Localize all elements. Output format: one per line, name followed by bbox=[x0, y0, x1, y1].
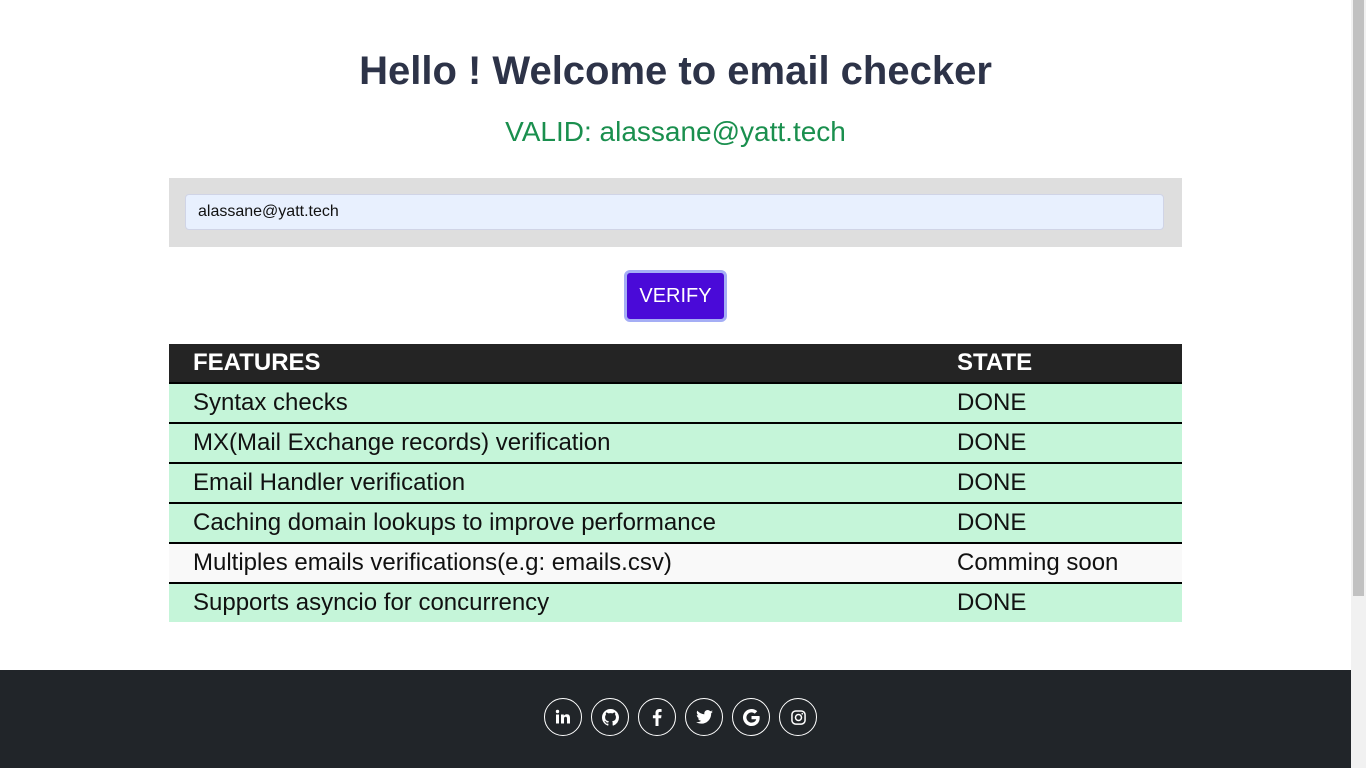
facebook-link[interactable] bbox=[638, 698, 676, 736]
instagram-link[interactable] bbox=[779, 698, 817, 736]
features-table: FEATURES STATE Syntax checks DONE MX(Mai… bbox=[169, 344, 1182, 622]
state-cell: DONE bbox=[933, 423, 1182, 464]
footer bbox=[0, 670, 1351, 768]
email-input[interactable] bbox=[185, 194, 1164, 230]
features-column-header: FEATURES bbox=[169, 344, 933, 384]
feature-cell: Multiples emails verifications(e.g: emai… bbox=[169, 543, 933, 584]
vertical-scrollbar[interactable] bbox=[1351, 0, 1366, 768]
email-form-panel bbox=[169, 178, 1182, 247]
state-column-header: STATE bbox=[933, 344, 1182, 384]
github-icon bbox=[601, 708, 619, 726]
scrollbar-thumb[interactable] bbox=[1353, 0, 1364, 596]
table-header-row: FEATURES STATE bbox=[169, 344, 1182, 384]
table-row: Email Handler verification DONE bbox=[169, 463, 1182, 504]
twitter-link[interactable] bbox=[685, 698, 723, 736]
github-link[interactable] bbox=[591, 698, 629, 736]
state-cell: Comming soon bbox=[933, 543, 1182, 584]
linkedin-link[interactable] bbox=[544, 698, 582, 736]
table-row: Caching domain lookups to improve perfor… bbox=[169, 503, 1182, 544]
twitter-icon bbox=[695, 710, 713, 724]
feature-cell: Email Handler verification bbox=[169, 463, 933, 504]
state-cell: DONE bbox=[933, 583, 1182, 622]
state-cell: DONE bbox=[933, 463, 1182, 504]
state-cell: DONE bbox=[933, 503, 1182, 544]
validation-status: VALID: alassane@yatt.tech bbox=[505, 116, 846, 147]
feature-cell: Supports asyncio for concurrency bbox=[169, 583, 933, 622]
page: Hello ! Welcome to email checker VALID: … bbox=[0, 0, 1351, 768]
table-row: MX(Mail Exchange records) verification D… bbox=[169, 423, 1182, 464]
page-title: Hello ! Welcome to email checker bbox=[359, 49, 992, 93]
table-row: Multiples emails verifications(e.g: emai… bbox=[169, 543, 1182, 584]
table-row: Supports asyncio for concurrency DONE bbox=[169, 583, 1182, 622]
instagram-icon bbox=[790, 709, 806, 725]
google-link[interactable] bbox=[732, 698, 770, 736]
google-icon bbox=[742, 708, 760, 726]
linkedin-icon bbox=[555, 709, 570, 724]
feature-cell: MX(Mail Exchange records) verification bbox=[169, 423, 933, 464]
table-row: Syntax checks DONE bbox=[169, 383, 1182, 424]
state-cell: DONE bbox=[933, 383, 1182, 424]
verify-button[interactable]: VERIFY bbox=[624, 270, 727, 322]
feature-cell: Syntax checks bbox=[169, 383, 933, 424]
social-links bbox=[544, 698, 817, 736]
facebook-icon bbox=[652, 708, 662, 726]
feature-cell: Caching domain lookups to improve perfor… bbox=[169, 503, 933, 544]
